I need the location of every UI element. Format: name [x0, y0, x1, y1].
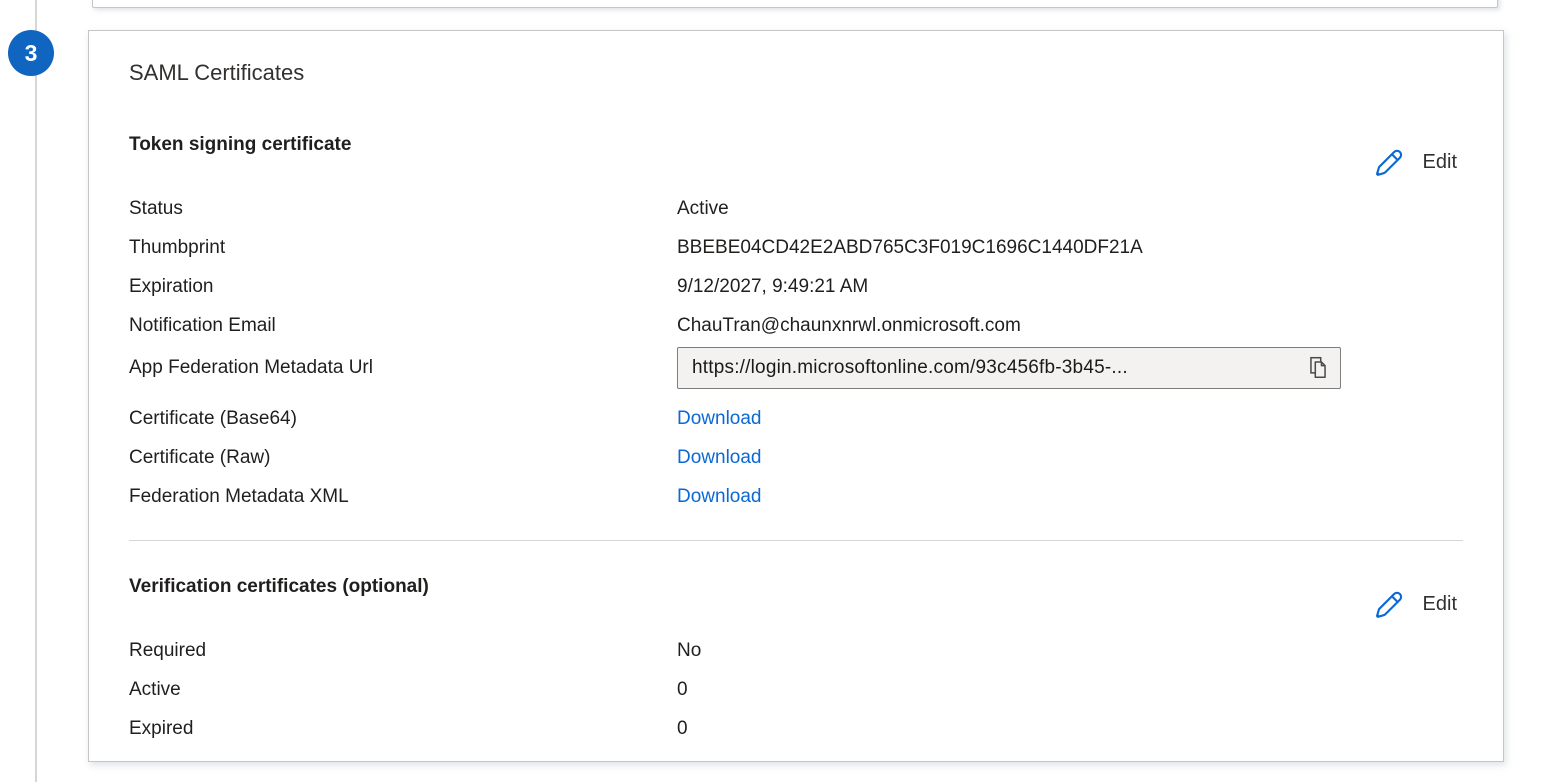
- step-number-badge: 3: [8, 30, 54, 76]
- verification-section-header: Verification certificates (optional) Edi…: [129, 575, 1463, 609]
- saml-sso-page: 3 SAML Certificates Token signing certif…: [0, 0, 1544, 782]
- pencil-icon: [1373, 587, 1407, 621]
- row-value: Active: [677, 198, 1463, 220]
- certificate-base64-row: Certificate (Base64) Download: [129, 399, 1463, 438]
- federation-metadata-xml-row: Federation Metadata XML Download: [129, 477, 1463, 516]
- row-label: Certificate (Base64): [129, 408, 677, 430]
- token-signing-details: Status Active Thumbprint BBEBE04CD42E2AB…: [129, 189, 1463, 516]
- edit-token-signing-certificate-button[interactable]: Edit: [1373, 145, 1457, 179]
- row-value: 0: [677, 679, 1463, 701]
- thumbprint-row: Thumbprint BBEBE04CD42E2ABD765C3F019C169…: [129, 228, 1463, 267]
- edit-button-label: Edit: [1423, 593, 1457, 616]
- download-certificate-base64-link[interactable]: Download: [677, 408, 762, 429]
- metadata-url-text: https://login.microsoftonline.com/93c456…: [692, 357, 1128, 379]
- pencil-icon: [1373, 145, 1407, 179]
- row-value: BBEBE04CD42E2ABD765C3F019C1696C1440DF21A: [677, 237, 1463, 259]
- row-label: Status: [129, 198, 677, 220]
- row-label: Thumbprint: [129, 237, 677, 259]
- expiration-row: Expiration 9/12/2027, 9:49:21 AM: [129, 267, 1463, 306]
- token-signing-section-header: Token signing certificate Edit: [129, 133, 1463, 167]
- row-value: ChauTran@chaunxnrwl.onmicrosoft.com: [677, 315, 1463, 337]
- row-value: 9/12/2027, 9:49:21 AM: [677, 276, 1463, 298]
- row-label: Certificate (Raw): [129, 447, 677, 469]
- token-signing-heading: Token signing certificate: [129, 133, 351, 157]
- previous-card-fragment: [92, 0, 1498, 8]
- step-number: 3: [25, 40, 38, 67]
- card-title: SAML Certificates: [129, 59, 1463, 87]
- notification-email-row: Notification Email ChauTran@chaunxnrwl.o…: [129, 306, 1463, 345]
- row-label: Federation Metadata XML: [129, 486, 677, 508]
- row-label: App Federation Metadata Url: [129, 357, 677, 379]
- verification-details: Required No Active 0 Expired 0: [129, 631, 1463, 748]
- status-row: Status Active: [129, 189, 1463, 228]
- copy-icon[interactable]: [1306, 355, 1330, 381]
- edit-button-label: Edit: [1423, 151, 1457, 174]
- metadata-url-field[interactable]: https://login.microsoftonline.com/93c456…: [677, 347, 1341, 389]
- row-label: Active: [129, 679, 677, 701]
- required-row: Required No: [129, 631, 1463, 670]
- row-label: Notification Email: [129, 315, 677, 337]
- verification-heading: Verification certificates (optional): [129, 575, 429, 599]
- row-label: Expiration: [129, 276, 677, 298]
- active-row: Active 0: [129, 670, 1463, 709]
- download-certificate-raw-link[interactable]: Download: [677, 447, 762, 468]
- expired-row: Expired 0: [129, 709, 1463, 748]
- step-indicator-line: [35, 0, 37, 782]
- row-value: No: [677, 640, 1463, 662]
- saml-certificates-card: SAML Certificates Token signing certific…: [88, 30, 1504, 762]
- section-divider: [129, 540, 1463, 541]
- row-value: 0: [677, 718, 1463, 740]
- app-federation-metadata-url-row: App Federation Metadata Url https://logi…: [129, 347, 1463, 389]
- edit-verification-certificates-button[interactable]: Edit: [1373, 587, 1457, 621]
- download-federation-metadata-xml-link[interactable]: Download: [677, 486, 762, 507]
- row-label: Expired: [129, 718, 677, 740]
- row-label: Required: [129, 640, 677, 662]
- certificate-raw-row: Certificate (Raw) Download: [129, 438, 1463, 477]
